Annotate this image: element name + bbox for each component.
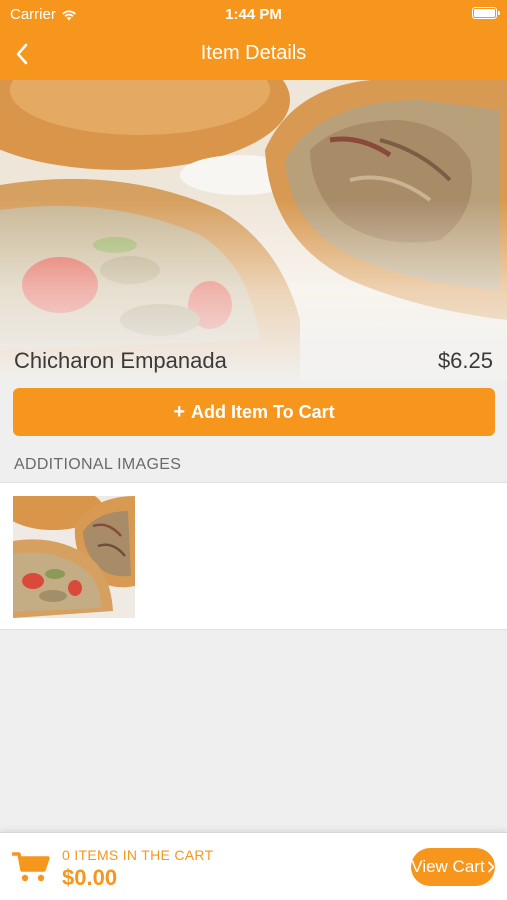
shopping-cart-icon[interactable] bbox=[12, 851, 50, 883]
cart-item-count: 0 ITEMS IN THE CART bbox=[62, 847, 214, 863]
add-item-to-cart-label: Add Item To Cart bbox=[191, 401, 335, 422]
page-title: Item Details bbox=[200, 42, 307, 64]
add-item-to-cart-button[interactable]: + Add Item To Cart bbox=[13, 388, 495, 436]
cart-total: $0.00 bbox=[62, 865, 118, 890]
additional-images-panel bbox=[0, 482, 507, 630]
status-time: 1:44 PM bbox=[225, 6, 282, 23]
item-hero-image bbox=[0, 80, 507, 380]
view-cart-button[interactable]: View Cart bbox=[411, 848, 495, 886]
battery-icon bbox=[472, 7, 500, 19]
item-name: Chicharon Empanada bbox=[14, 348, 227, 373]
view-cart-label: View Cart bbox=[411, 857, 485, 876]
item-price: $6.25 bbox=[437, 348, 493, 373]
navigation-bar: Item Details bbox=[0, 28, 507, 80]
additional-image-thumbnail[interactable] bbox=[13, 496, 135, 618]
cart-summary-bar: 0 ITEMS IN THE CART $0.00 View Cart bbox=[0, 832, 507, 900]
plus-icon: + bbox=[173, 401, 185, 423]
status-bar: Carrier 1:44 PM bbox=[0, 0, 507, 28]
additional-images-header: ADDITIONAL IMAGES bbox=[14, 456, 182, 473]
chevron-right-icon bbox=[487, 861, 495, 873]
